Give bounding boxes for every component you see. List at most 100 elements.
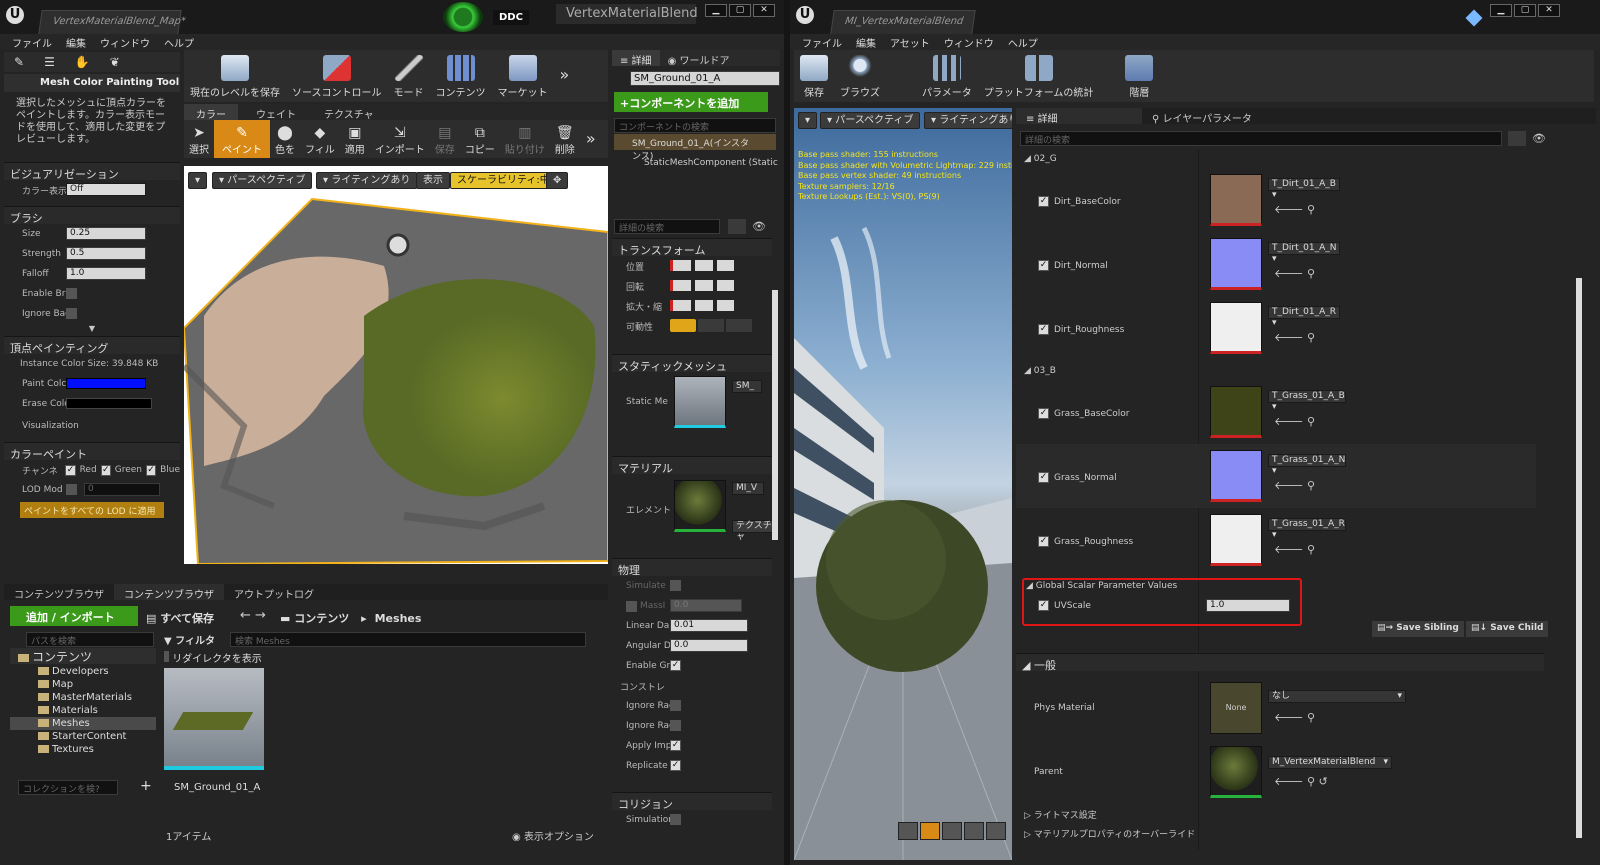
general-header[interactable]: ◢ 一般	[1016, 653, 1544, 672]
use-selected-arrow-icon[interactable]: 🡐 ⚲	[1274, 414, 1315, 428]
menu-window[interactable]: ウィンドウ	[100, 35, 150, 50]
hierarchy-button[interactable]: 階層	[1119, 55, 1159, 102]
material-details-search[interactable]: 詳細の検索	[1020, 131, 1502, 146]
tree-item-meshes[interactable]: Meshes	[10, 717, 156, 730]
mobility-movable-button[interactable]	[726, 319, 752, 332]
static-mesh-header[interactable]: スタティックメッシュ	[612, 354, 772, 373]
use-selected-arrow-icon[interactable]: 🡐 ⚲	[1274, 478, 1315, 492]
platform-stats-button[interactable]: プラットフォームの統計	[978, 55, 1100, 102]
use-selected-arrow-icon[interactable]: 🡐 ⚲	[1274, 330, 1315, 344]
collision-header[interactable]: コリジョン	[612, 792, 772, 811]
mass-checkbox[interactable]	[626, 600, 637, 612]
view-options-button[interactable]: ◉ 表示オプション	[512, 828, 594, 843]
modes-button[interactable]: モード	[388, 55, 430, 102]
param-texture-thumbnail[interactable]	[1210, 302, 1262, 354]
ignore-back-checkbox[interactable]	[66, 308, 77, 319]
tool-copy[interactable]: ⧉ コピー	[460, 120, 500, 158]
tab-texture[interactable]: テクスチャ	[314, 104, 384, 121]
use-selected-arrow-icon[interactable]: 🡐 ⚲	[1274, 266, 1315, 280]
add-import-button[interactable]: 追加 / インポート	[10, 606, 138, 626]
scalar-params-header[interactable]: ◢ Global Scalar Parameter Values	[1026, 581, 1177, 591]
breadcrumb-current[interactable]: Meshes	[375, 612, 422, 625]
tab-layer-parameters[interactable]: ⚲ レイヤーパラメータ	[1142, 108, 1262, 125]
enable-brush-checkbox[interactable]	[66, 288, 77, 299]
actor-name-input[interactable]: SM_Ground_01_A	[630, 71, 780, 86]
red-checkbox[interactable]: ✓	[65, 464, 76, 476]
document-tab[interactable]: VertexMaterialBlend_Map*	[38, 10, 187, 34]
asset-tile[interactable]	[164, 668, 264, 770]
param-texture-dropdown[interactable]: T_Dirt_01_A_R ▾	[1268, 306, 1340, 328]
source-control-button[interactable]: ソースコントロール	[286, 55, 388, 102]
param-texture-thumbnail[interactable]	[1210, 174, 1262, 226]
eye-icon[interactable]: 👁	[1532, 132, 1546, 145]
size-input[interactable]: 0.25	[66, 227, 146, 240]
tool-select[interactable]: ➤ 選択	[184, 120, 214, 158]
group-02-header[interactable]: ◢ 02_G	[1024, 154, 1057, 164]
tab-details[interactable]: ≡ 詳細	[1016, 108, 1142, 125]
simulate-checkbox[interactable]	[670, 580, 681, 591]
market-button[interactable]: マーケット	[492, 55, 554, 102]
param-texture-dropdown[interactable]: T_Dirt_01_A_N ▾	[1268, 242, 1340, 264]
ignore-radial-checkbox-1[interactable]	[670, 700, 681, 711]
add-collection-icon[interactable]: +	[140, 778, 152, 794]
preview-lighting-button[interactable]: ▾ ライティングあり	[924, 112, 1012, 129]
close-button[interactable]: ✕	[1538, 4, 1560, 17]
details-search[interactable]: 詳細の検索	[614, 219, 720, 234]
tree-item-map[interactable]: Map	[10, 678, 156, 691]
uvscale-checkbox[interactable]: ✓	[1038, 600, 1049, 611]
lighting-button[interactable]: ▾ ライティングあり	[316, 172, 418, 189]
param-texture-dropdown[interactable]: T_Grass_01_A_R ▾	[1268, 518, 1346, 540]
paint-mode-icon[interactable]: ✋	[75, 55, 90, 69]
content-browser-tab-1[interactable]: コンテンツブラウザ	[4, 584, 114, 601]
visualization-header[interactable]: ビジュアリゼーション	[4, 162, 180, 181]
nav-arrows[interactable]: ← →	[240, 608, 266, 623]
falloff-input[interactable]: 1.0	[66, 267, 146, 280]
tree-item-developers[interactable]: Developers	[10, 665, 156, 678]
phys-material-thumbnail[interactable]: None	[1210, 682, 1262, 734]
scalability-button[interactable]: スケーラビリティ:中	[450, 172, 557, 189]
output-log-tab[interactable]: アウトプットログ	[224, 584, 324, 601]
tab-details[interactable]: ≡ 詳細	[612, 50, 660, 67]
param-texture-thumbnail[interactable]	[1210, 238, 1262, 290]
menu-edit[interactable]: 編集	[66, 35, 86, 50]
document-tab[interactable]: MI_VertexMaterialBlend	[830, 10, 976, 34]
collection-search[interactable]: コレクションを検?	[18, 780, 118, 795]
perspective-button[interactable]: ▾ パースペクティブ	[212, 172, 313, 189]
lod-apply-button[interactable]: ペイントをすべての LOD に適用	[20, 502, 164, 518]
tree-item-textures[interactable]: Textures	[10, 743, 156, 756]
parameters-button[interactable]: パラメータ	[916, 55, 978, 102]
show-button[interactable]: 表示	[416, 172, 450, 189]
material-details-scrollbar[interactable]	[1576, 278, 1582, 838]
tab-world[interactable]: ◉ ワールドア	[660, 50, 738, 67]
redirector-toggle[interactable]: リダイレクタを表示	[164, 650, 262, 665]
filter-button[interactable]: ▼ フィルタ	[164, 632, 215, 647]
component-row[interactable]: StaticMeshComponent (Static	[614, 156, 780, 170]
menu-edit[interactable]: 編集	[856, 35, 876, 50]
physics-header[interactable]: 物理	[612, 558, 772, 577]
override-row[interactable]: ▷ マテリアルプロパティのオーバーライド	[1024, 827, 1195, 840]
param-texture-dropdown[interactable]: T_Dirt_01_A_B ▾	[1268, 178, 1340, 200]
blue-checkbox[interactable]: ✓	[146, 464, 157, 476]
maximize-button[interactable]: ▢	[1514, 4, 1536, 17]
lightmass-row[interactable]: ▷ ライトマス設定	[1024, 808, 1097, 821]
param-checkbox[interactable]: ✓	[1038, 472, 1049, 483]
tool-paint[interactable]: ✎ ペイント	[214, 120, 270, 158]
content-browser-tab-2[interactable]: コンテンツブラウザ	[114, 584, 224, 601]
browse-button[interactable]: ブラウズ	[834, 55, 886, 102]
list-mode-icon[interactable]: ☰	[44, 55, 55, 69]
param-texture-dropdown[interactable]: T_Grass_01_A_N ▾	[1268, 454, 1346, 476]
lod-input[interactable]: 0	[84, 483, 160, 496]
details-view-icon[interactable]	[728, 219, 746, 234]
param-checkbox[interactable]: ✓	[1038, 536, 1049, 547]
group-03-header[interactable]: ◢ 03_B	[1024, 366, 1056, 376]
color-view-dropdown[interactable]: Off	[66, 183, 146, 196]
param-checkbox[interactable]: ✓	[1038, 324, 1049, 335]
param-texture-dropdown[interactable]: T_Grass_01_A_B ▾	[1268, 390, 1346, 412]
constraints-row[interactable]: コンストレ	[612, 676, 772, 696]
viewport-options-button[interactable]: ▾	[188, 172, 208, 189]
tool-paste[interactable]: ▥ 貼り付け	[500, 120, 550, 158]
save-child-button[interactable]: ▤↓ Save Child	[1466, 621, 1549, 637]
parent-thumbnail[interactable]	[1210, 746, 1262, 798]
menu-window[interactable]: ウィンドウ	[944, 35, 994, 50]
linear-damping-input[interactable]: 0.01	[670, 619, 748, 632]
